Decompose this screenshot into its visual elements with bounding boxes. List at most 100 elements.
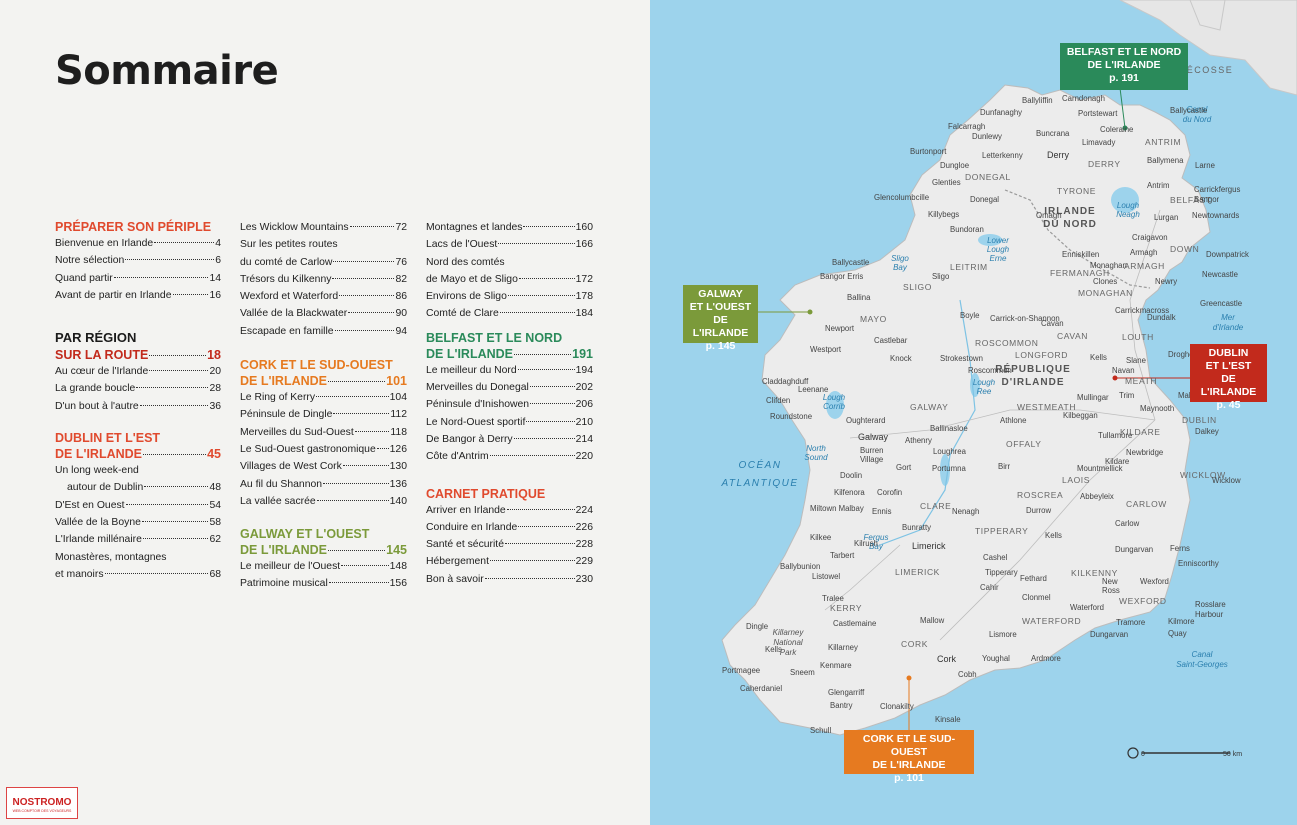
- toc-entry[interactable]: D'un bout à l'autre 36: [55, 398, 221, 415]
- toc-section-belfast-line1[interactable]: BELFAST ET LE NORD: [426, 330, 593, 346]
- toc-entry[interactable]: Merveilles du Sud-Ouest 118: [240, 424, 407, 441]
- place-label: Ballycastle: [1170, 106, 1207, 115]
- toc-entry[interactable]: Arriver en Irlande 224: [426, 502, 593, 519]
- place-label: Portstewart: [1078, 109, 1118, 118]
- toc-entry[interactable]: Au fil du Shannon 136: [240, 476, 407, 493]
- toc-entry[interactable]: La grande boucle 28: [55, 380, 221, 397]
- place-label: Omagh: [1036, 211, 1062, 220]
- place-label: Athenry: [905, 436, 932, 445]
- toc-entry[interactable]: Montagnes et landes 160: [426, 219, 593, 236]
- callout-dublin[interactable]: DUBLIN ET L'EST DE L'IRLANDE p. 45: [1190, 344, 1267, 411]
- place-label: Slane: [1126, 356, 1146, 365]
- toc-entry[interactable]: Comté de Clare 184: [426, 305, 593, 322]
- toc-section-route[interactable]: SUR LA ROUTE 18: [55, 347, 221, 363]
- place-label: Quay: [1168, 629, 1187, 638]
- toc-entry[interactable]: Le meilleur du Nord 194: [426, 362, 593, 379]
- place-label: Ballybunion: [780, 562, 820, 571]
- toc-entry-line1[interactable]: Nord des comtés: [426, 254, 593, 271]
- toc-entry[interactable]: Avant de partir en Irlande 16: [55, 287, 221, 304]
- toc-entry[interactable]: L'Irlande millénaire 62: [55, 531, 221, 548]
- toc-entry[interactable]: Le Sud-Ouest gastronomique 126: [240, 441, 407, 458]
- sea-label: Sligo: [891, 254, 909, 263]
- sea-label: du Nord: [1183, 115, 1212, 124]
- toc-entry-line1[interactable]: Un long week-end: [55, 462, 221, 479]
- toc-section-galway-line1[interactable]: GALWAY ET L'OUEST: [240, 526, 407, 542]
- toc-entry[interactable]: Péninsule d'Inishowen 206: [426, 396, 593, 413]
- toc-entry[interactable]: Le Nord-Ouest sportif 210: [426, 414, 593, 431]
- toc-section-cork-line1[interactable]: CORK ET LE SUD-OUEST: [240, 357, 407, 373]
- place-label: DERRY: [1088, 159, 1121, 169]
- toc-entry[interactable]: Quand partir 14: [55, 270, 221, 287]
- region-label: D'IRLANDE: [1001, 377, 1064, 388]
- toc-entry[interactable]: Patrimoine musical 156: [240, 575, 407, 592]
- place-label: Kenmare: [820, 661, 852, 670]
- place-label: Ballymena: [1147, 156, 1184, 165]
- toc-entry[interactable]: Côte d'Antrim 220: [426, 448, 593, 465]
- place-label: Downpatrick: [1206, 250, 1249, 259]
- toc-entry[interactable]: Wexford et Waterford 86: [240, 288, 407, 305]
- place-label: Nenagh: [952, 507, 979, 516]
- place-label: Killarney: [828, 643, 858, 652]
- place-label: MEATH: [1125, 376, 1157, 386]
- toc-entry[interactable]: Vallée de la Boyne 58: [55, 514, 221, 531]
- toc-section-carnet[interactable]: CARNET PRATIQUE: [426, 486, 593, 502]
- toc-section-dublin-line1[interactable]: DUBLIN ET L'EST: [55, 430, 221, 446]
- place-label: Loughrea: [933, 447, 967, 456]
- toc-entry[interactable]: Lacs de l'Ouest 166: [426, 236, 593, 253]
- toc-entry[interactable]: Merveilles du Donegal 202: [426, 379, 593, 396]
- toc-entry[interactable]: Environs de Sligo 178: [426, 288, 593, 305]
- toc-entry[interactable]: De Bangor à Derry 214: [426, 431, 593, 448]
- toc-column-2: Les Wicklow Mountains 72 Sur les petites …: [240, 219, 407, 593]
- callout-cork[interactable]: CORK ET LE SUD-OUEST DE L'IRLANDE p. 101: [844, 730, 974, 784]
- toc-section-cork[interactable]: DE L'IRLANDE 101: [240, 373, 407, 389]
- toc-entry[interactable]: de Mayo et de Sligo 172: [426, 271, 593, 288]
- toc-entry[interactable]: Notre sélection 6: [55, 252, 221, 269]
- place-label: Bunratty: [902, 523, 931, 532]
- toc-entry[interactable]: autour de Dublin 48: [55, 479, 221, 496]
- toc-entry-line1[interactable]: Monastères, montagnes: [55, 549, 221, 566]
- toc-entry[interactable]: Bienvenue en Irlande 4: [55, 235, 221, 252]
- page-title: Sommaire: [55, 48, 279, 94]
- map-canvas: Canal du Nord Mer d'Irlande Canal Saint-…: [720, 0, 1297, 759]
- place-label: Bangor: [1194, 195, 1220, 204]
- toc-entry[interactable]: Conduire en Irlande 226: [426, 519, 593, 536]
- place-label: Caherdaniel: [740, 684, 782, 693]
- toc-entry[interactable]: D'Est en Ouest 54: [55, 497, 221, 514]
- place-label: Listowel: [812, 572, 840, 581]
- toc-entry[interactable]: Santé et sécurité 228: [426, 536, 593, 553]
- toc-entry[interactable]: Le Ring of Kerry 104: [240, 389, 407, 406]
- place-label: Greencastle: [1200, 299, 1242, 308]
- toc-entry[interactable]: Au cœur de l'Irlande 20: [55, 363, 221, 380]
- toc-section-galway[interactable]: DE L'IRLANDE 145: [240, 542, 407, 558]
- place-label: Carrickfergus: [1194, 185, 1240, 194]
- toc-entry[interactable]: La vallée sacrée 140: [240, 493, 407, 510]
- place-label: Oughterard: [846, 416, 885, 425]
- toc-section-belfast[interactable]: DE L'IRLANDE 191: [426, 346, 593, 362]
- place-label: CORK: [901, 639, 928, 649]
- ireland-map[interactable]: Canal du Nord Mer d'Irlande Canal Saint-…: [650, 0, 1297, 825]
- toc-entry[interactable]: Vallée de la Blackwater 90: [240, 305, 407, 322]
- place-label: DONEGAL: [965, 172, 1011, 182]
- place-label: ROSCREA: [1017, 490, 1063, 500]
- toc-entry[interactable]: du comté de Carlow 76: [240, 254, 407, 271]
- toc-entry[interactable]: Villages de West Cork 130: [240, 458, 407, 475]
- toc-entry[interactable]: Bon à savoir 230: [426, 571, 593, 588]
- place-label: Dungarvan: [1090, 630, 1128, 639]
- place-label: Wexford: [1140, 577, 1169, 586]
- toc-entry[interactable]: Trésors du Kilkenny 82: [240, 271, 407, 288]
- place-label: LOUTH: [1122, 332, 1154, 342]
- toc-entry[interactable]: et manoirs 68: [55, 566, 221, 583]
- toc-entry-line1[interactable]: Sur les petites routes: [240, 236, 407, 253]
- toc-entry[interactable]: Hébergement 229: [426, 553, 593, 570]
- toc-entry[interactable]: Péninsule de Dingle 112: [240, 406, 407, 423]
- callout-galway[interactable]: GALWAY ET L'OUEST DE L'IRLANDE p. 145: [683, 285, 758, 352]
- sea-label: Bay: [893, 263, 908, 272]
- callout-belfast[interactable]: BELFAST ET LE NORD DE L'IRLANDE p. 191: [1060, 43, 1188, 90]
- toc-entry[interactable]: Le meilleur de l'Ouest 148: [240, 558, 407, 575]
- toc-section-dublin[interactable]: DE L'IRLANDE 45: [55, 446, 221, 462]
- place-label: LIMERICK: [895, 567, 940, 577]
- toc-section-preparer[interactable]: PRÉPARER SON PÉRIPLE: [55, 219, 221, 235]
- place-label: Ballinasloe: [930, 424, 968, 433]
- toc-entry[interactable]: Les Wicklow Mountains 72: [240, 219, 407, 236]
- toc-entry[interactable]: Escapade en famille 94: [240, 323, 407, 340]
